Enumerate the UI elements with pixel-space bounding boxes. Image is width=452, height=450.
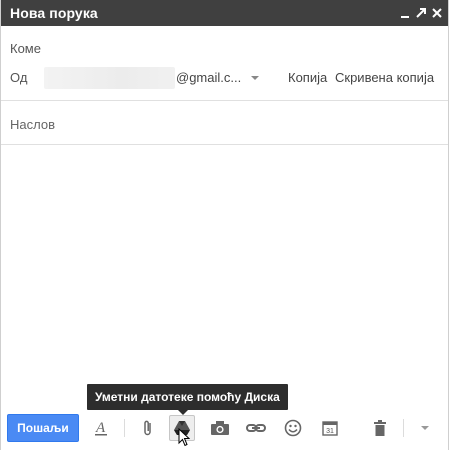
compose-toolbar: Пошаљи A 31 [1,412,448,446]
link-icon[interactable] [244,416,268,440]
from-label: Од [10,70,28,85]
from-field: Од @gmail.c... Копија Скривена копија [1,62,448,92]
bcc-link[interactable]: Скривена копија [335,70,434,85]
close-icon[interactable] [430,5,444,21]
svg-text:A: A [95,420,106,436]
compose-titlebar[interactable]: Нова порука [1,0,448,26]
attach-icon[interactable] [136,416,160,440]
camera-icon[interactable] [208,416,232,440]
header-divider [1,100,448,101]
subject-placeholder: Наслов [10,117,55,132]
from-email[interactable]: @gmail.c... [176,70,241,85]
mouse-pointer-icon [178,427,191,450]
drive-tooltip: Уметни датотеке помоћу Диска [87,384,288,410]
emoji-icon[interactable] [281,416,305,440]
calendar-day-text: 31 [326,428,334,435]
expand-icon[interactable] [414,5,428,21]
compose-window: Нова порука Коме Од @gmail.c... Копија С… [0,0,449,450]
to-field[interactable]: Коме [1,26,448,64]
minimize-icon[interactable] [398,5,412,21]
redacted-sender-name [44,67,175,89]
window-title: Нова порука [10,5,98,21]
toolbar-separator [124,419,125,437]
toolbar-separator [403,419,404,437]
calendar-icon[interactable]: 31 [318,416,342,440]
to-label: Коме [10,41,41,56]
send-button[interactable]: Пошаљи [7,414,79,442]
message-body[interactable] [1,145,448,400]
window-controls [398,0,444,26]
more-options-icon[interactable] [421,426,429,430]
chevron-down-icon[interactable] [251,76,259,80]
trash-icon[interactable] [368,416,392,440]
cc-link[interactable]: Копија [288,70,327,85]
subject-field[interactable]: Наслов [1,110,448,144]
formatting-icon[interactable]: A [89,416,113,440]
